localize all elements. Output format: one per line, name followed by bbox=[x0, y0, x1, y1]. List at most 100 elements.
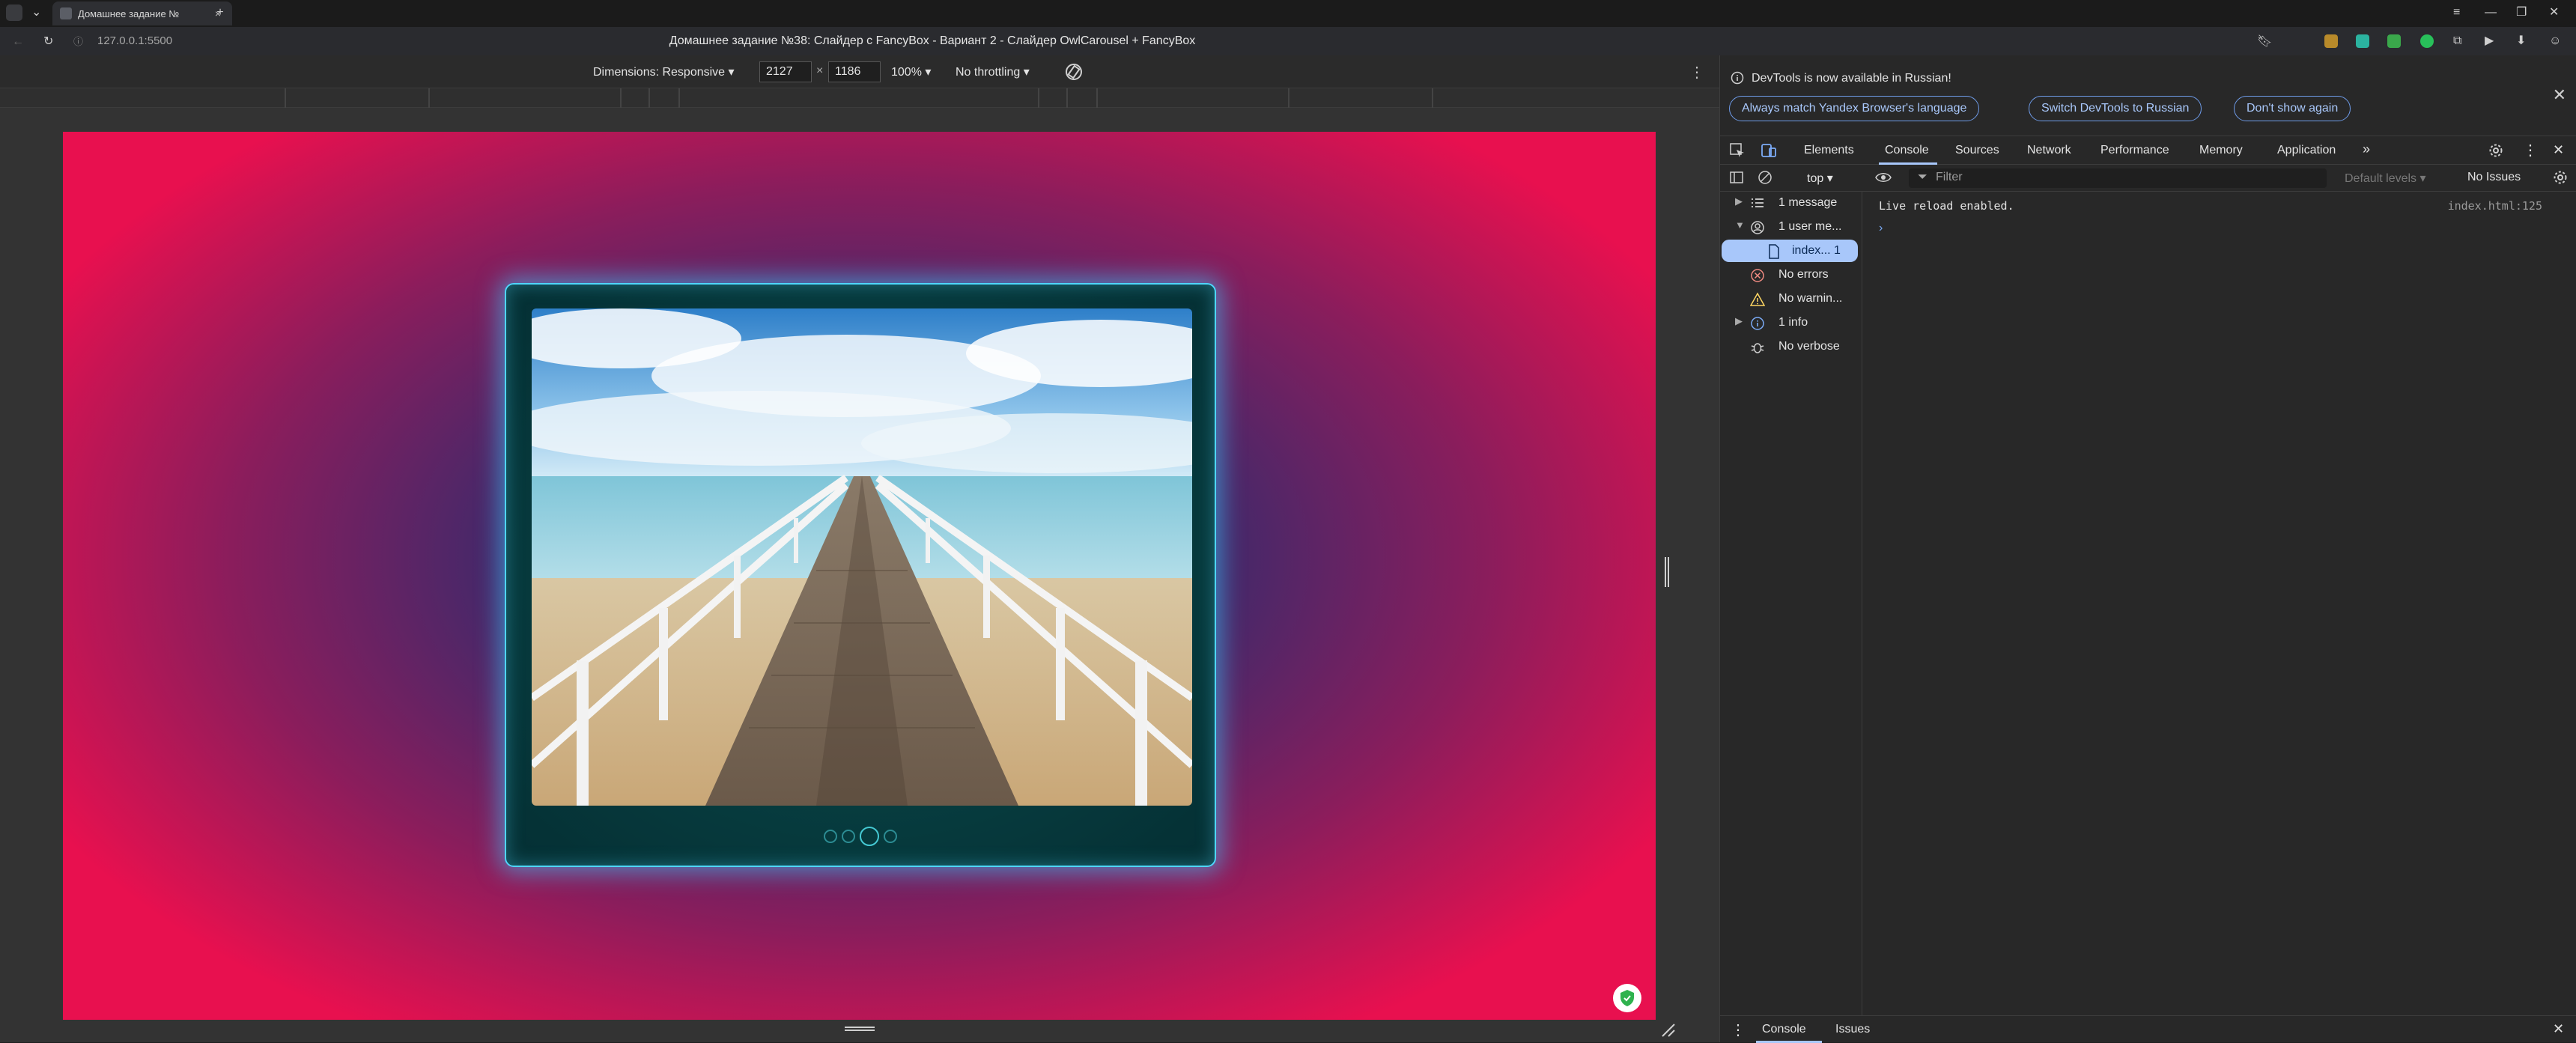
ruler-tick bbox=[1288, 88, 1289, 108]
sidebar-item-info[interactable]: ▶ 1 info bbox=[1720, 311, 1859, 334]
resize-handle-bottom[interactable] bbox=[845, 1026, 875, 1032]
sidebar-item-errors[interactable]: No errors bbox=[1720, 264, 1859, 286]
carousel-dot[interactable] bbox=[884, 830, 897, 843]
error-icon bbox=[1750, 268, 1765, 283]
carousel-dots bbox=[506, 827, 1215, 846]
tab-sources[interactable]: Sources bbox=[1955, 144, 1999, 157]
file-icon bbox=[1768, 244, 1780, 259]
carousel-dot[interactable] bbox=[842, 830, 855, 843]
sidebar-item-warnings[interactable]: No warnin... bbox=[1720, 288, 1859, 310]
console-prompt-chevron-icon[interactable]: › bbox=[1879, 222, 1883, 235]
sidebar-item-verbose[interactable]: No verbose bbox=[1720, 335, 1859, 358]
downloads-icon[interactable]: ⬇ bbox=[2516, 34, 2526, 49]
tab-memory[interactable]: Memory bbox=[2199, 144, 2243, 157]
drawer-menu-icon[interactable]: ⋮ bbox=[1731, 1021, 1746, 1039]
device-toggle-icon[interactable] bbox=[1761, 142, 1777, 159]
console-output[interactable]: Live reload enabled. index.html:125 › bbox=[1862, 192, 2576, 1015]
log-levels-label: Default levels bbox=[2345, 172, 2417, 185]
user-icon bbox=[1750, 220, 1765, 235]
page-viewport bbox=[63, 132, 1656, 1020]
issues-counter[interactable]: No Issues bbox=[2467, 171, 2521, 184]
info-icon bbox=[1731, 71, 1744, 85]
tab-performance[interactable]: Performance bbox=[2100, 144, 2169, 157]
more-tabs-icon[interactable]: » bbox=[2363, 142, 2370, 157]
browser-tab-bar: ⌄ Домашнее задание № × + ≡ — ❐ ✕ bbox=[0, 0, 2576, 27]
resize-handle-right[interactable] bbox=[1664, 557, 1670, 587]
tab-console[interactable]: Console bbox=[1885, 144, 1929, 157]
match-language-button[interactable]: Always match Yandex Browser's language bbox=[1729, 96, 1980, 121]
browser-tab-active[interactable]: Домашнее задание № × bbox=[52, 1, 232, 25]
console-log-source-link[interactable]: index.html:125 bbox=[2448, 199, 2542, 213]
filter-placeholder: Filter bbox=[1936, 171, 1963, 183]
ruler-tick bbox=[678, 88, 680, 108]
devtools-drawer: ⋮ Console Issues ✕ bbox=[1720, 1015, 2576, 1043]
close-window-button[interactable]: ✕ bbox=[2549, 5, 2559, 20]
extension-shield-icon[interactable] bbox=[2356, 34, 2369, 48]
extension-green-icon[interactable] bbox=[2420, 34, 2434, 48]
sidebar-item-index-file[interactable]: index... 1 bbox=[1722, 240, 1858, 262]
dimensions-dropdown[interactable]: Dimensions: Responsive ▾ bbox=[593, 64, 735, 79]
extension-icon[interactable] bbox=[2324, 34, 2338, 48]
collapse-arrow-icon[interactable]: ▼ bbox=[1735, 219, 1745, 231]
switch-to-russian-button[interactable]: Switch DevTools to Russian bbox=[2029, 96, 2202, 121]
infobar-message: DevTools is now available in Russian! bbox=[1752, 72, 1951, 85]
ruler-tick bbox=[428, 88, 430, 108]
expand-arrow-icon[interactable]: ▶ bbox=[1735, 315, 1743, 327]
sidebar-item-label: No errors bbox=[1778, 268, 1829, 281]
sidebar-item-label: No warnin... bbox=[1778, 292, 1843, 305]
sidebar-item-user-messages[interactable]: ▼ 1 user me... bbox=[1720, 216, 1859, 238]
carousel-slider[interactable] bbox=[505, 283, 1216, 867]
sidebar-toggle-icon[interactable] bbox=[1729, 170, 1744, 185]
tab-list-chevron-icon[interactable]: ⌄ bbox=[31, 5, 41, 20]
resize-handle-corner[interactable] bbox=[1661, 1023, 1676, 1038]
extension-vpn-icon[interactable] bbox=[2387, 34, 2401, 48]
log-levels-dropdown[interactable]: Default levels ▾ bbox=[2345, 171, 2426, 186]
browser-menu-icon[interactable] bbox=[6, 4, 22, 21]
throttling-dropdown[interactable]: No throttling ▾ bbox=[956, 64, 1030, 79]
inspect-element-icon[interactable] bbox=[1729, 142, 1746, 159]
list-icon bbox=[1750, 196, 1765, 210]
tab-application[interactable]: Application bbox=[2277, 144, 2336, 157]
carousel-dot[interactable] bbox=[824, 830, 837, 843]
tab-elements[interactable]: Elements bbox=[1804, 144, 1854, 157]
live-expression-eye-icon[interactable] bbox=[1874, 170, 1892, 185]
restore-button[interactable]: ❐ bbox=[2516, 5, 2527, 20]
carousel-dot-active[interactable] bbox=[860, 827, 879, 846]
media-play-icon[interactable]: ▶ bbox=[2485, 34, 2494, 49]
clear-console-icon[interactable] bbox=[1758, 170, 1772, 185]
media-query-ruler[interactable] bbox=[0, 88, 1719, 108]
context-selector[interactable]: top ▾ bbox=[1807, 171, 1833, 186]
tab-network[interactable]: Network bbox=[2027, 144, 2071, 157]
bookmark-icon[interactable]: 🔖︎ bbox=[2257, 34, 2272, 49]
expand-arrow-icon[interactable]: ▶ bbox=[1735, 195, 1743, 207]
dont-show-again-button[interactable]: Don't show again bbox=[2234, 96, 2351, 121]
sidebar-item-label: index... 1 bbox=[1792, 244, 1841, 257]
drawer-tab-issues[interactable]: Issues bbox=[1835, 1023, 1870, 1036]
console-settings-gear-icon[interactable] bbox=[2553, 170, 2568, 185]
devtools-close-icon[interactable]: ✕ bbox=[2553, 142, 2564, 158]
ruler-tick bbox=[1432, 88, 1433, 108]
window-menu-icon[interactable]: ≡ bbox=[2453, 5, 2460, 20]
devtools-menu-icon[interactable]: ⋮ bbox=[2523, 141, 2538, 159]
zoom-dropdown[interactable]: 100% ▾ bbox=[891, 64, 931, 79]
settings-gear-icon[interactable] bbox=[2488, 143, 2503, 158]
new-tab-button[interactable]: + bbox=[211, 5, 229, 20]
minimize-button[interactable]: — bbox=[2485, 5, 2497, 20]
drawer-close-icon[interactable]: ✕ bbox=[2553, 1021, 2564, 1037]
extensions-puzzle-icon[interactable]: ⧉ bbox=[2453, 34, 2461, 49]
height-input[interactable]: 1186 bbox=[828, 61, 881, 82]
dimension-times: × bbox=[816, 64, 824, 77]
drawer-tab-console[interactable]: Console bbox=[1762, 1023, 1806, 1036]
more-options-icon[interactable]: ⋮ bbox=[1689, 63, 1704, 82]
width-input[interactable]: 2127 bbox=[759, 61, 812, 82]
profile-icon[interactable]: ☺ bbox=[2549, 34, 2561, 49]
filter-input[interactable]: ⏷ Filter bbox=[1909, 168, 2327, 188]
zoom-label: 100% bbox=[891, 66, 922, 79]
rotate-icon[interactable] bbox=[1063, 61, 1084, 82]
shield-badge-icon[interactable] bbox=[1613, 984, 1641, 1012]
infobar-close-icon[interactable]: ✕ bbox=[2553, 85, 2566, 105]
sidebar-item-messages[interactable]: ▶ 1 message bbox=[1720, 192, 1859, 214]
slide-image-pier[interactable] bbox=[532, 308, 1192, 806]
context-label: top bbox=[1807, 172, 1824, 185]
ruler-tick bbox=[1066, 88, 1068, 108]
